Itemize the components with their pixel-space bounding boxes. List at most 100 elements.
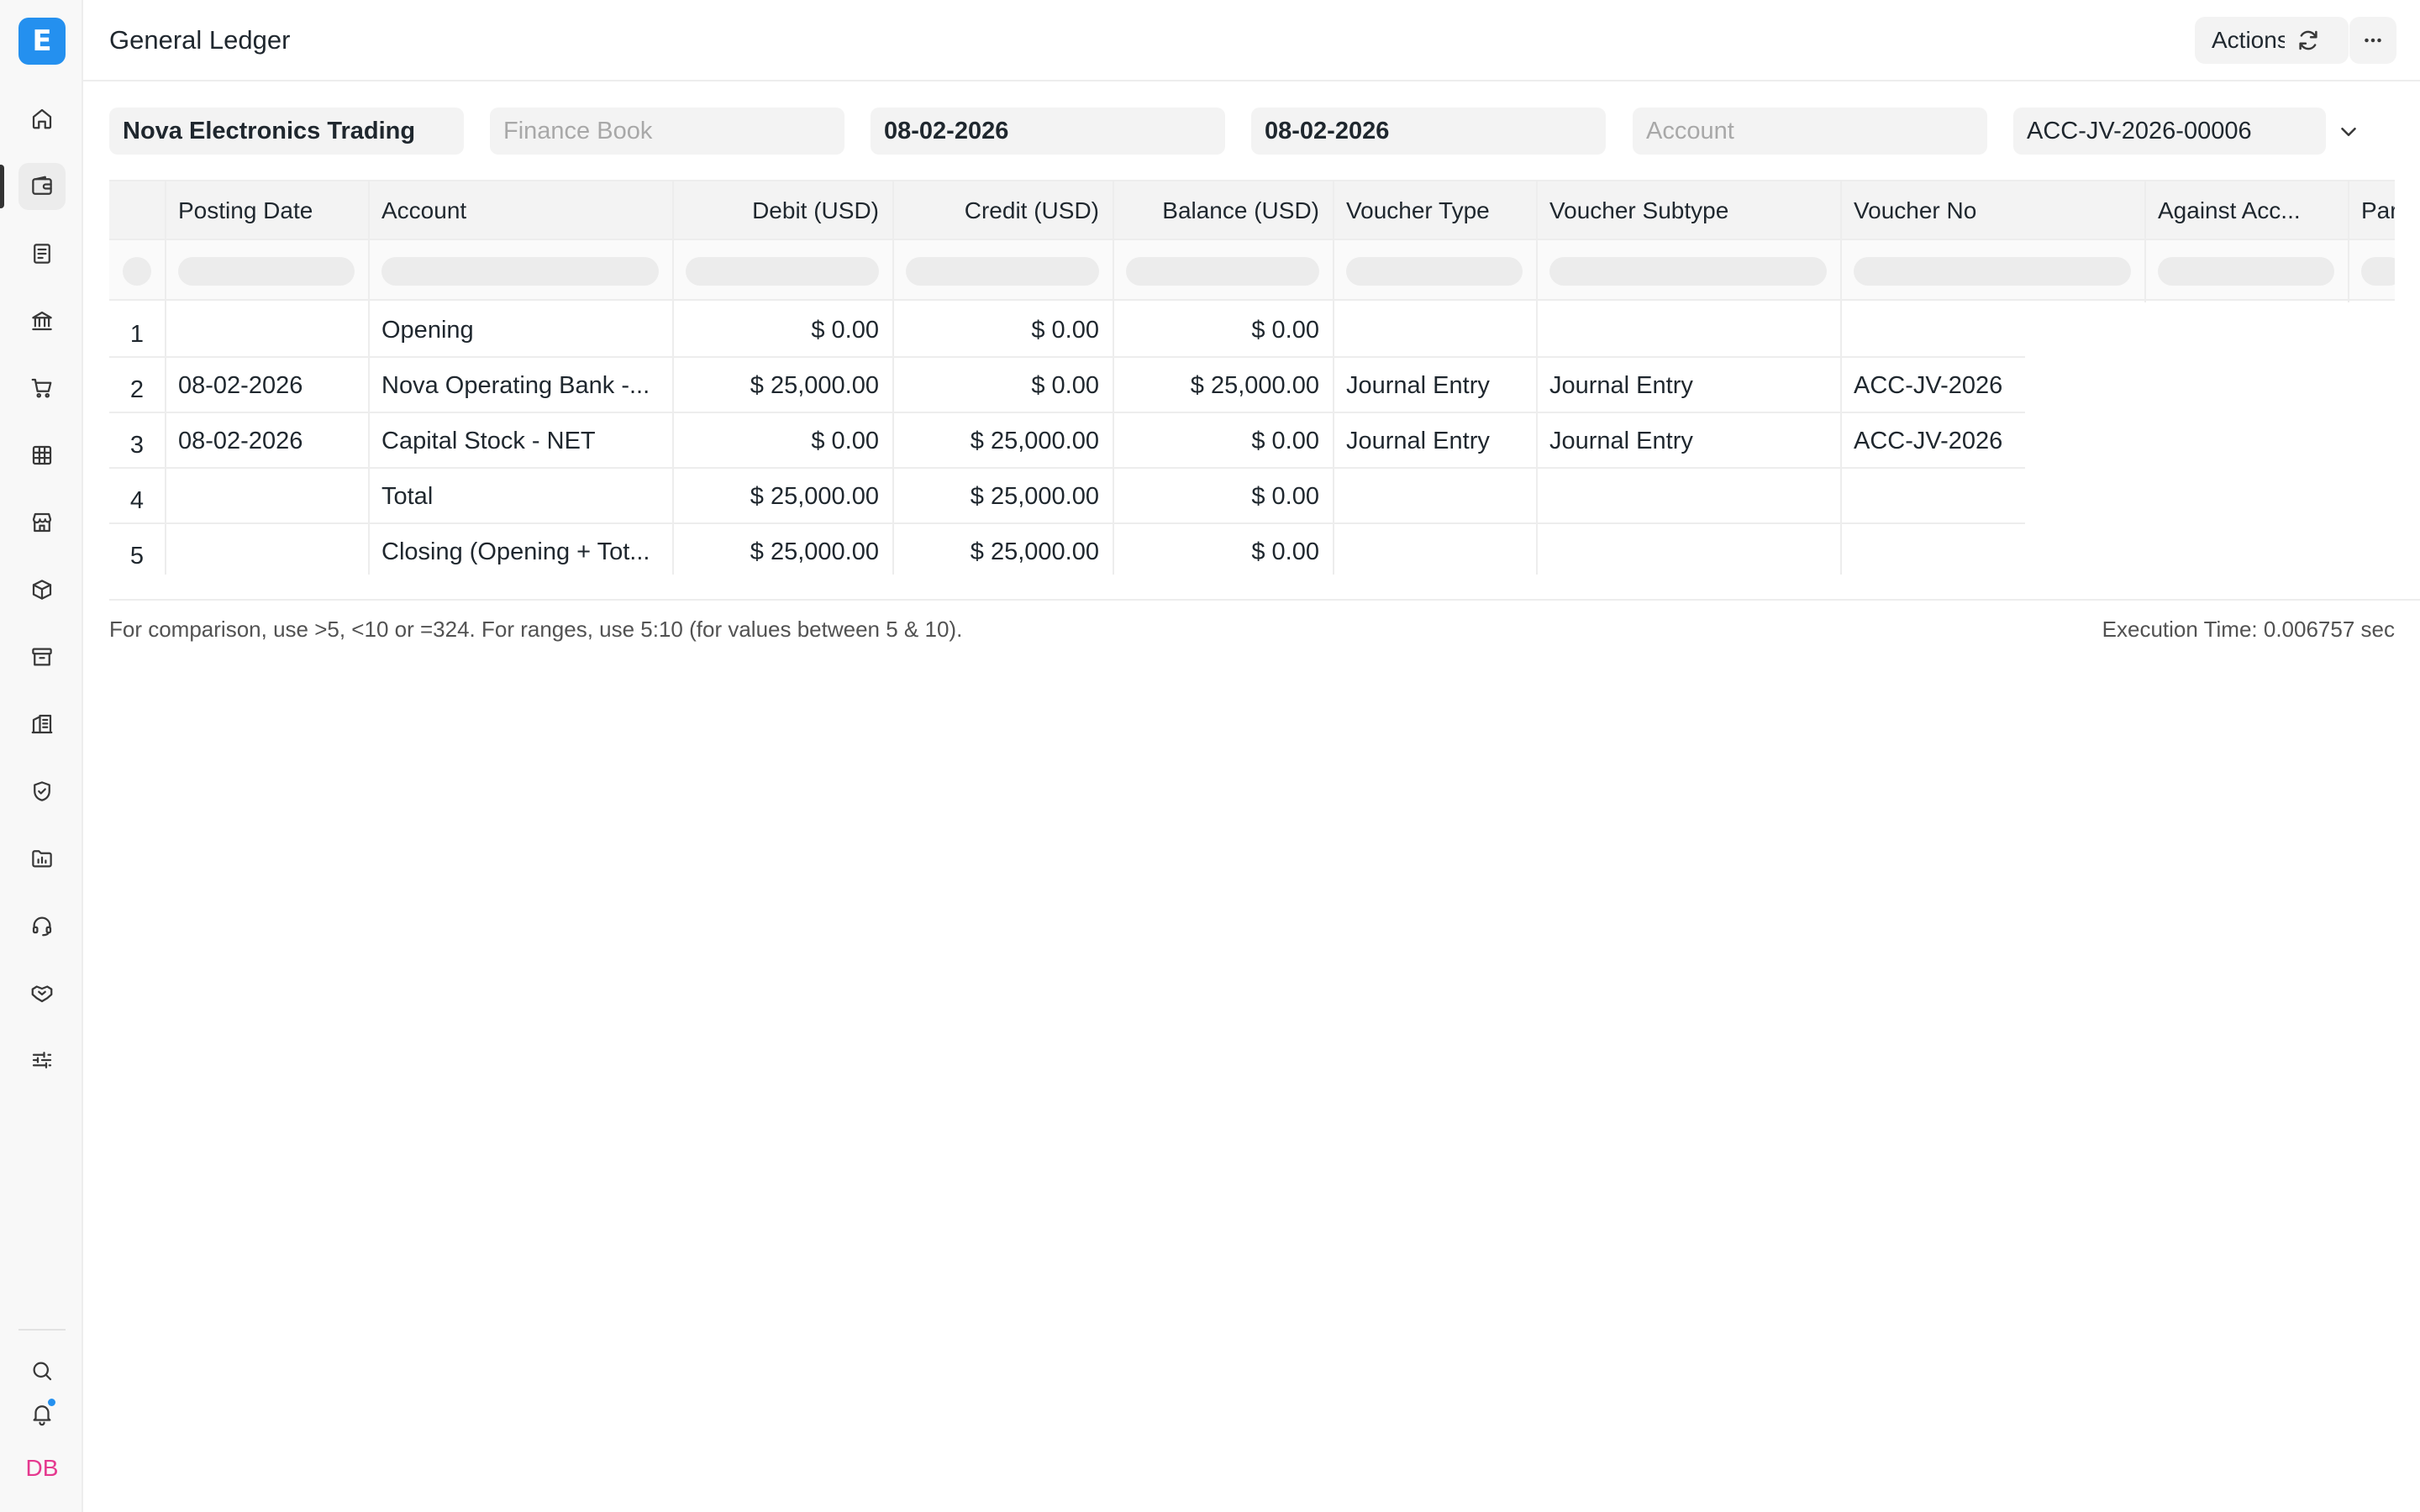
app-logo[interactable]: E <box>18 18 66 65</box>
column-filter-posting-date[interactable] <box>178 257 355 286</box>
column-filter-balance[interactable] <box>1126 257 1319 286</box>
cell-voucher-no[interactable] <box>1854 302 2025 358</box>
sidebar-item-home[interactable] <box>18 95 66 142</box>
cell-voucher-type[interactable] <box>1346 524 1531 575</box>
sidebar-item-settings[interactable] <box>18 1037 66 1084</box>
sidebar-item-selling[interactable] <box>18 499 66 546</box>
cell-voucher-type[interactable]: Journal Entry <box>1346 413 1531 469</box>
filter-row-checkbox[interactable] <box>123 257 151 286</box>
row-index: 5 <box>129 542 145 570</box>
sidebar-item-organization[interactable] <box>18 701 66 748</box>
column-header-balance[interactable]: Balance (USD) <box>1126 181 1319 240</box>
column-header-party[interactable]: Par <box>2361 181 2395 240</box>
execution-time: Execution Time: 0.006757 sec <box>2102 617 2395 642</box>
column-filter-account[interactable] <box>381 257 659 286</box>
sidebar-item-crm[interactable] <box>18 969 66 1016</box>
cell-posting-date[interactable] <box>178 302 363 358</box>
to-date-filter[interactable] <box>1251 108 1606 155</box>
column-filter-party[interactable] <box>2361 257 2395 286</box>
sidebar-item-reports[interactable] <box>18 432 66 479</box>
more-horizontal-icon <box>2365 38 2381 43</box>
column-header-against-account[interactable]: Against Acc... <box>2158 181 2343 240</box>
table-row[interactable]: 1 Opening $ 0.00 $ 0.00 $ 0.00 <box>109 302 2025 358</box>
cell-voucher-no[interactable]: ACC-JV-2026 <box>1854 358 2025 413</box>
cell-account[interactable]: Capital Stock - NET <box>381 413 667 469</box>
cell-debit[interactable]: $ 0.00 <box>686 302 879 358</box>
cell-posting-date[interactable]: 08-02-2026 <box>178 413 363 469</box>
sidebar-item-accounting[interactable] <box>18 163 66 210</box>
cell-posting-date[interactable] <box>178 524 363 575</box>
sidebar-item-quality[interactable] <box>18 768 66 815</box>
refresh-button[interactable] <box>2285 17 2332 64</box>
cell-debit[interactable]: $ 25,000.00 <box>686 358 879 413</box>
cell-account[interactable]: Total <box>381 469 667 524</box>
cell-voucher-subtype[interactable] <box>1549 524 1835 575</box>
app-logo-letter: E <box>32 24 52 58</box>
cell-debit[interactable]: $ 0.00 <box>686 413 879 469</box>
cell-voucher-type[interactable] <box>1346 469 1531 524</box>
cell-credit[interactable]: $ 0.00 <box>906 358 1099 413</box>
page-title: General Ledger <box>109 25 291 55</box>
sidebar-item-support[interactable] <box>18 902 66 949</box>
cell-voucher-type[interactable]: Journal Entry <box>1346 358 1531 413</box>
account-filter[interactable] <box>1633 108 1987 155</box>
sidebar-search-button[interactable] <box>18 1347 66 1394</box>
cell-balance[interactable]: $ 25,000.00 <box>1126 358 1319 413</box>
cell-balance[interactable]: $ 0.00 <box>1126 302 1319 358</box>
column-header-voucher-no[interactable]: Voucher No <box>1854 181 2139 240</box>
cell-balance[interactable]: $ 0.00 <box>1126 524 1319 575</box>
cell-voucher-no[interactable] <box>1854 469 2025 524</box>
column-header-voucher-subtype[interactable]: Voucher Subtype <box>1549 181 1835 240</box>
sidebar-item-buying[interactable] <box>18 365 66 412</box>
cell-posting-date[interactable]: 08-02-2026 <box>178 358 363 413</box>
cell-voucher-subtype[interactable] <box>1549 302 1835 358</box>
voucher-no-filter[interactable] <box>2013 108 2326 155</box>
cell-account[interactable]: Opening <box>381 302 667 358</box>
cell-credit[interactable]: $ 25,000.00 <box>906 524 1099 575</box>
cell-account[interactable]: Nova Operating Bank -... <box>381 358 667 413</box>
sidebar-item-banking[interactable] <box>18 297 66 344</box>
sidebar-item-stock[interactable] <box>18 566 66 613</box>
sidebar-item-projects[interactable] <box>18 835 66 882</box>
cell-credit[interactable]: $ 0.00 <box>906 302 1099 358</box>
cell-voucher-no[interactable]: ACC-JV-2026 <box>1854 413 2025 469</box>
cell-voucher-subtype[interactable]: Journal Entry <box>1549 413 1835 469</box>
column-filter-voucher-subtype[interactable] <box>1549 257 1827 286</box>
sidebar-item-assets[interactable] <box>18 633 66 680</box>
finance-book-filter[interactable] <box>490 108 844 155</box>
column-filter-voucher-type[interactable] <box>1346 257 1523 286</box>
cell-voucher-no[interactable] <box>1854 524 2025 575</box>
cell-credit[interactable]: $ 25,000.00 <box>906 469 1099 524</box>
cell-balance[interactable]: $ 0.00 <box>1126 413 1319 469</box>
cell-debit[interactable]: $ 25,000.00 <box>686 524 879 575</box>
user-avatar[interactable]: DB <box>18 1445 66 1492</box>
cell-voucher-subtype[interactable]: Journal Entry <box>1549 358 1835 413</box>
sidebar-item-documents[interactable] <box>18 230 66 277</box>
column-filter-against-account[interactable] <box>2158 257 2334 286</box>
cell-account[interactable]: Closing (Opening + Tot... <box>381 524 667 575</box>
table-row[interactable]: 5 Closing (Opening + Tot... $ 25,000.00 … <box>109 524 2025 575</box>
company-filter[interactable] <box>109 108 464 155</box>
table-row[interactable]: 4 Total $ 25,000.00 $ 25,000.00 $ 0.00 <box>109 469 2025 524</box>
cell-voucher-subtype[interactable] <box>1549 469 1835 524</box>
table-row[interactable]: 2 08-02-2026 Nova Operating Bank -... $ … <box>109 358 2025 413</box>
sidebar-notifications-button[interactable] <box>18 1390 66 1437</box>
column-header-account[interactable]: Account <box>381 181 667 240</box>
column-filter-debit[interactable] <box>686 257 879 286</box>
column-header-credit[interactable]: Credit (USD) <box>906 181 1099 240</box>
cell-credit[interactable]: $ 25,000.00 <box>906 413 1099 469</box>
table-row[interactable]: 3 08-02-2026 Capital Stock - NET $ 0.00 … <box>109 413 2025 469</box>
column-filter-voucher-no[interactable] <box>1854 257 2131 286</box>
column-header-voucher-type[interactable]: Voucher Type <box>1346 181 1531 240</box>
column-header-posting-date[interactable]: Posting Date <box>178 181 363 240</box>
column-header-debit[interactable]: Debit (USD) <box>686 181 879 240</box>
from-date-filter[interactable] <box>871 108 1225 155</box>
cell-debit[interactable]: $ 25,000.00 <box>686 469 879 524</box>
more-options-button[interactable] <box>2349 17 2396 64</box>
chevron-down-icon[interactable] <box>2336 119 2361 144</box>
actions-label: Actions <box>2212 27 2289 53</box>
cell-voucher-type[interactable] <box>1346 302 1531 358</box>
cell-posting-date[interactable] <box>178 469 363 524</box>
column-filter-credit[interactable] <box>906 257 1099 286</box>
cell-balance[interactable]: $ 0.00 <box>1126 469 1319 524</box>
